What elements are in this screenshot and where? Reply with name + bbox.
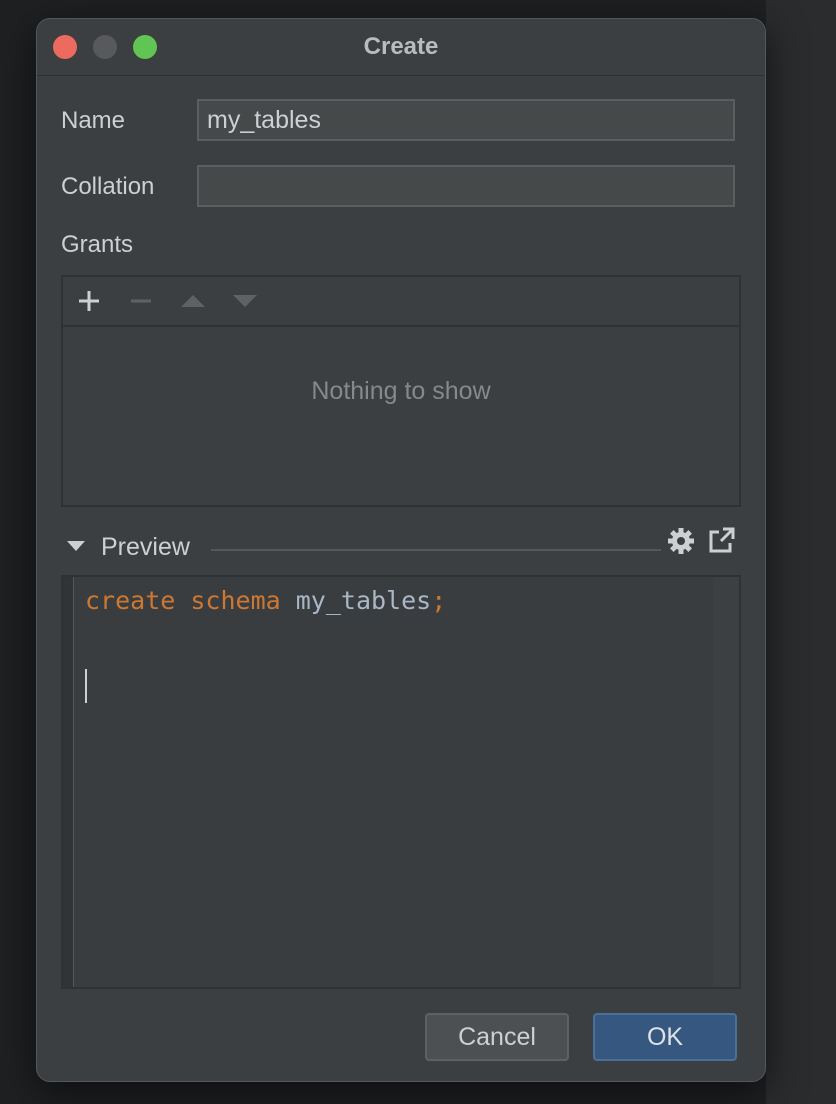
editor-scroll-strip[interactable] — [713, 577, 739, 987]
gear-icon[interactable] — [665, 525, 697, 557]
background-window — [766, 0, 836, 1104]
grants-label: Grants — [61, 231, 134, 258]
ok-button[interactable]: OK — [593, 1013, 737, 1061]
preview-divider — [211, 549, 661, 551]
add-icon[interactable] — [73, 285, 105, 317]
text-caret — [85, 669, 87, 703]
keyword-create: create — [85, 586, 176, 615]
keyword-schema: schema — [190, 586, 281, 615]
remove-icon[interactable] — [125, 285, 157, 317]
code-line-1: create schema my_tables; — [85, 585, 446, 617]
statement-terminator: ; — [431, 586, 447, 615]
grants-toolbar — [63, 277, 739, 327]
move-up-icon[interactable] — [177, 285, 209, 317]
create-schema-dialog: Create Name my_tables Collation Grants N… — [36, 18, 766, 1082]
empty-state-text: Nothing to show — [311, 377, 491, 405]
cancel-button[interactable]: Cancel — [425, 1013, 569, 1061]
window-title: Create — [363, 33, 439, 60]
editor-gutter — [63, 577, 74, 987]
collapse-arrow-icon[interactable] — [67, 541, 85, 551]
preview-label: Preview — [101, 533, 190, 561]
collation-label: Collation — [61, 173, 155, 200]
schema-identifier: my_tables — [295, 586, 432, 615]
grants-table: Nothing to show — [61, 275, 741, 507]
sql-preview-editor[interactable]: create schema my_tables; — [61, 575, 741, 989]
title-bar: Create — [37, 19, 765, 76]
collation-input[interactable] — [197, 165, 735, 207]
name-label: Name — [61, 107, 126, 134]
name-input[interactable]: my_tables — [197, 99, 735, 141]
move-down-icon[interactable] — [229, 285, 261, 317]
open-external-icon[interactable] — [705, 525, 737, 557]
preview-section-header[interactable]: Preview — [61, 525, 741, 569]
